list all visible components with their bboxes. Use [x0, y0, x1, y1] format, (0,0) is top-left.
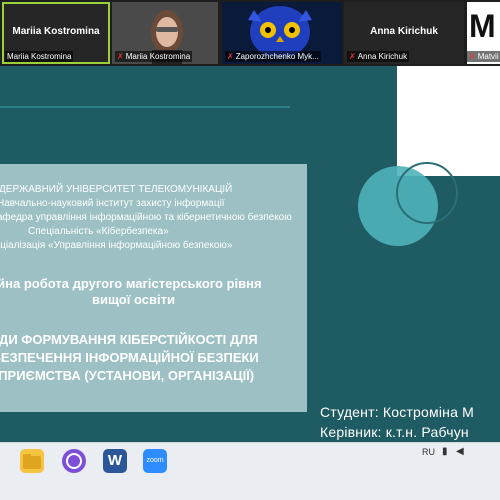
participant-caption: Anna Kirichuk: [357, 52, 408, 61]
mic-muted-icon: ✗: [227, 52, 234, 61]
participant-name: Anna Kirichuk: [370, 26, 438, 37]
participant-tile-3[interactable]: ✗ Zaporozhchenko Myk...: [222, 2, 342, 64]
language-indicator[interactable]: RU: [422, 447, 435, 457]
supervisor-label: Керівник: к.т.н. Рабчун: [320, 424, 469, 440]
word-icon[interactable]: W: [103, 449, 127, 473]
specialty: Спеціальність «Кібербезпека»: [28, 226, 169, 237]
participant-tile-5[interactable]: M ✗Matvii Yush: [467, 2, 500, 64]
participant-name: Mariia Kostromina: [12, 26, 100, 37]
institute-name: Навчально-науковий інститут захисту інфо…: [0, 198, 225, 209]
thesis-title-line-2: ЗАБЕЗПЕЧЕННЯ ІНФОРМАЦІЙНОЇ БЕЗПЕКИ: [0, 350, 259, 365]
participant-caption: Mariia Kostromina: [125, 52, 191, 61]
zoom-icon[interactable]: zoom: [143, 449, 167, 473]
work-type-line-2: вищої освіти: [92, 292, 175, 307]
participant-caption: Mariia Kostromina: [5, 51, 74, 62]
volume-icon[interactable]: ◀: [456, 446, 464, 457]
university-name: ДЕРЖАВНИЙ УНІВЕРСИТЕТ ТЕЛЕКОМУНІКАЦІЙ: [0, 184, 233, 195]
mic-muted-icon: ✗: [349, 52, 356, 61]
slide-title-box: ДЕРЖАВНИЙ УНІВЕРСИТЕТ ТЕЛЕКОМУНІКАЦІЙ На…: [0, 164, 307, 412]
participant-initial: M: [469, 8, 496, 44]
file-explorer-icon[interactable]: [20, 449, 44, 473]
participant-caption: Zaporozhchenko Myk...: [235, 52, 319, 61]
participant-tile-1[interactable]: Mariia Kostromina Mariia Kostromina: [2, 2, 110, 64]
word-icon-label: W: [107, 452, 123, 469]
mic-muted-icon: ✗: [469, 52, 476, 61]
slide-decor-white-block: [397, 66, 500, 176]
system-tray: RU ▮ ◀: [420, 443, 500, 463]
department-name: Кафедра управління інформаційною та кібе…: [0, 212, 292, 223]
work-type-line-1: Кваліфікаційна робота другого магістерсь…: [0, 276, 262, 291]
participant-caption: Matvii Yush: [477, 52, 500, 61]
participants-strip: Mariia Kostromina Mariia Kostromina ✗ Mar…: [0, 0, 500, 66]
specialization: Спеціалізація «Управління інформаційною …: [0, 240, 233, 251]
zoom-icon-label: zoom: [146, 457, 164, 464]
shared-slide: ДЕРЖАВНИЙ УНІВЕРСИТЕТ ТЕЛЕКОМУНІКАЦІЙ На…: [0, 66, 500, 442]
participant-tile-4[interactable]: Anna Kirichuk ✗ Anna Kirichuk: [344, 2, 464, 64]
thesis-title-line-1: МЕТОДИ ФОРМУВАННЯ КІБЕРСТІЙКОСТІ ДЛЯ: [0, 332, 258, 347]
viber-icon[interactable]: [62, 449, 86, 473]
network-icon[interactable]: ▮: [442, 446, 448, 457]
slide-decor-ring: [396, 162, 458, 224]
slide-decor-line: [0, 106, 290, 108]
thesis-title-line-3: ПІДПРИЄМСТВА (УСТАНОВИ, ОРГАНІЗАЦІЇ): [0, 368, 255, 383]
student-label: Студент: Костроміна М: [320, 404, 475, 420]
mic-muted-icon: ✗: [117, 52, 124, 61]
participant-tile-2[interactable]: ✗ Mariia Kostromina: [112, 2, 218, 64]
taskbar: RU ▮ ◀ W zoom: [0, 442, 500, 500]
